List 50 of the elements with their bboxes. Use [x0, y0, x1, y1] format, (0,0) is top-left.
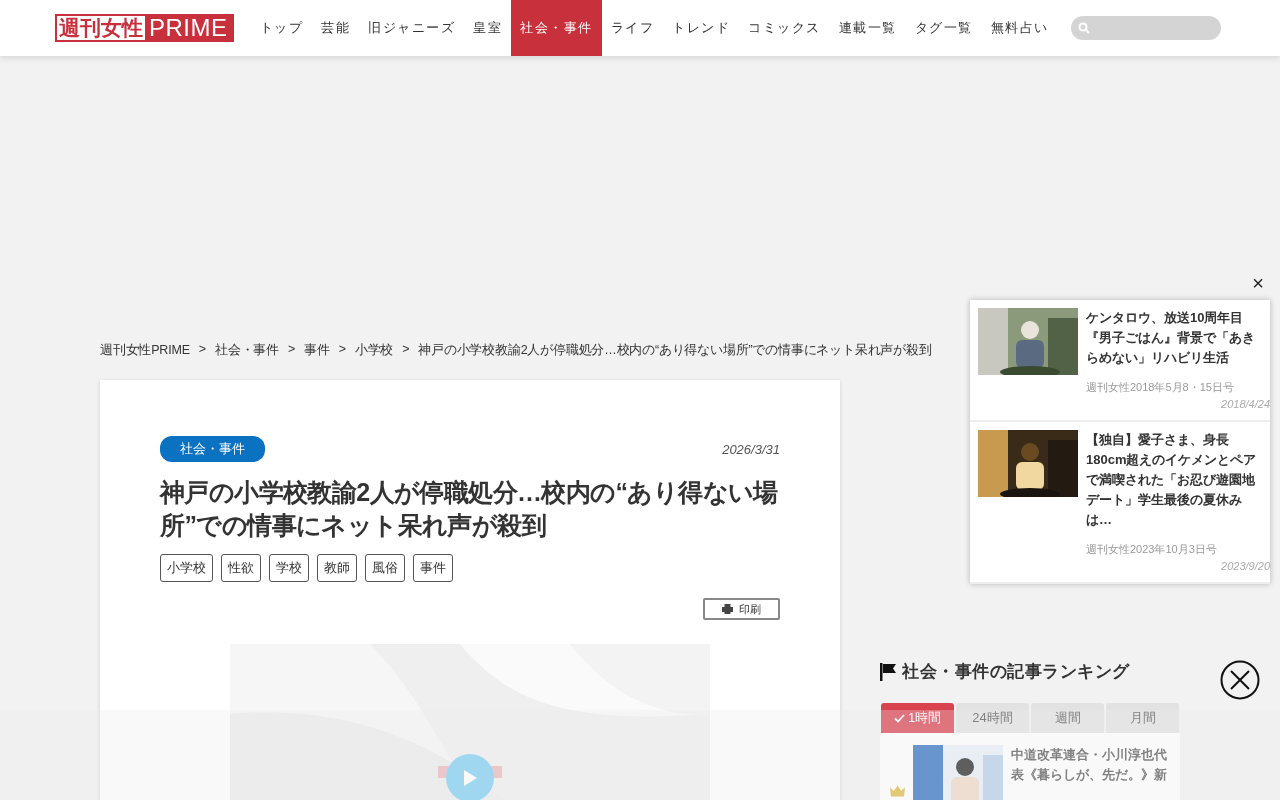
tag-link[interactable]: 小学校	[160, 554, 213, 582]
breadcrumb-separator: >	[198, 342, 206, 356]
article-headline: 【独自】愛子さま、身長180cm超えのイケメンとペアで満喫された「お忍び遊園地デート」学生最後の夏休みは…	[1086, 431, 1258, 529]
close-button[interactable]	[1220, 660, 1260, 700]
crown-icon	[890, 785, 905, 797]
flag-icon	[880, 662, 897, 681]
tag-link[interactable]: 風俗	[365, 554, 405, 582]
tag-link[interactable]: 学校	[269, 554, 309, 582]
nav-tab[interactable]: 連載一覧	[829, 0, 906, 56]
issue-label: 週刊女性2018年5月8・15日号	[1086, 380, 1235, 395]
search-icon	[1077, 22, 1090, 34]
nav-tab[interactable]: トップ	[250, 0, 312, 56]
nav-tab[interactable]: コミックス	[739, 0, 830, 56]
article-date: 2023/9/20	[1221, 560, 1270, 572]
print-button[interactable]: 印刷	[703, 598, 780, 620]
nav-tab[interactable]: 旧ジャニーズ	[359, 0, 464, 56]
nav-tab[interactable]: トレンド	[663, 0, 739, 56]
ranking-item[interactable]: 中道改革連合・小川淳也代表《暮らしが、先だ。》新	[880, 733, 1180, 800]
nav-tab[interactable]: 無料占い	[981, 0, 1058, 56]
breadcrumb-link[interactable]: 事件	[304, 342, 330, 359]
nav-tab[interactable]: 芸能	[312, 0, 359, 56]
article-item[interactable]: 【独自】愛子さま、身長180cm超えのイケメンとペアで満喫された「お忍び遊園地デート」学生最後の夏休みは… 週刊女性2023年10月3日号 2023/9/20	[970, 422, 1270, 584]
breadcrumb-link[interactable]: 小学校	[354, 342, 394, 359]
article-item[interactable]: ケンタロウ、放送10周年目『男子ごはん』背景で「あきらめない」リハビリ生活 週刊女性2018年5月8・15日号 2018/4/24	[970, 300, 1270, 422]
nav-tab[interactable]: ライフ	[601, 0, 663, 56]
article-title: 神戸の小学校教諭2人が停職処分…校内の“あり得ない場所”での情事にネット呆れ声が殺到	[160, 477, 779, 541]
tag-link[interactable]: 性欲	[221, 554, 261, 582]
article-date: 2026/3/31	[722, 441, 780, 457]
tag-link[interactable]: 事件	[413, 554, 453, 582]
article-headline: ケンタロウ、放送10周年目『男子ごはん』背景で「あきらめない」リハビリ生活	[1086, 309, 1256, 367]
ranking-heading: 社会・事件の記事ランキング	[902, 661, 1130, 683]
tag-link[interactable]: 教師	[317, 554, 357, 582]
close-icon	[1220, 660, 1260, 700]
nav-tab[interactable]: 社会・事件	[511, 0, 602, 56]
nav-tab[interactable]: タグ一覧	[905, 0, 982, 56]
check-icon	[893, 713, 905, 723]
site-logo[interactable]: 週刊女性 PRIME	[55, 14, 234, 42]
breadcrumb-separator: >	[287, 342, 296, 356]
nav-tab[interactable]: 皇室	[464, 0, 511, 56]
search-field[interactable]	[1070, 16, 1221, 40]
breadcrumb-link[interactable]: 週刊女性PRIME	[100, 342, 190, 359]
close-button[interactable]: ×	[1248, 272, 1268, 292]
article-date: 2018/4/24	[1221, 398, 1270, 410]
breadcrumb-separator: >	[338, 342, 346, 356]
breadcrumb-separator: >	[402, 342, 410, 356]
category-badge[interactable]: 社会・事件	[160, 436, 265, 462]
breadcrumb-link[interactable]: 神戸の小学校教諭2人が停職処分…校内の“あり得ない場所”での情事にネット呆れ声が殺到	[418, 342, 932, 359]
breadcrumb-link[interactable]: 社会・事件	[214, 342, 279, 359]
issue-label: 週刊女性2023年10月3日号	[1086, 542, 1218, 557]
play-icon	[462, 769, 478, 787]
